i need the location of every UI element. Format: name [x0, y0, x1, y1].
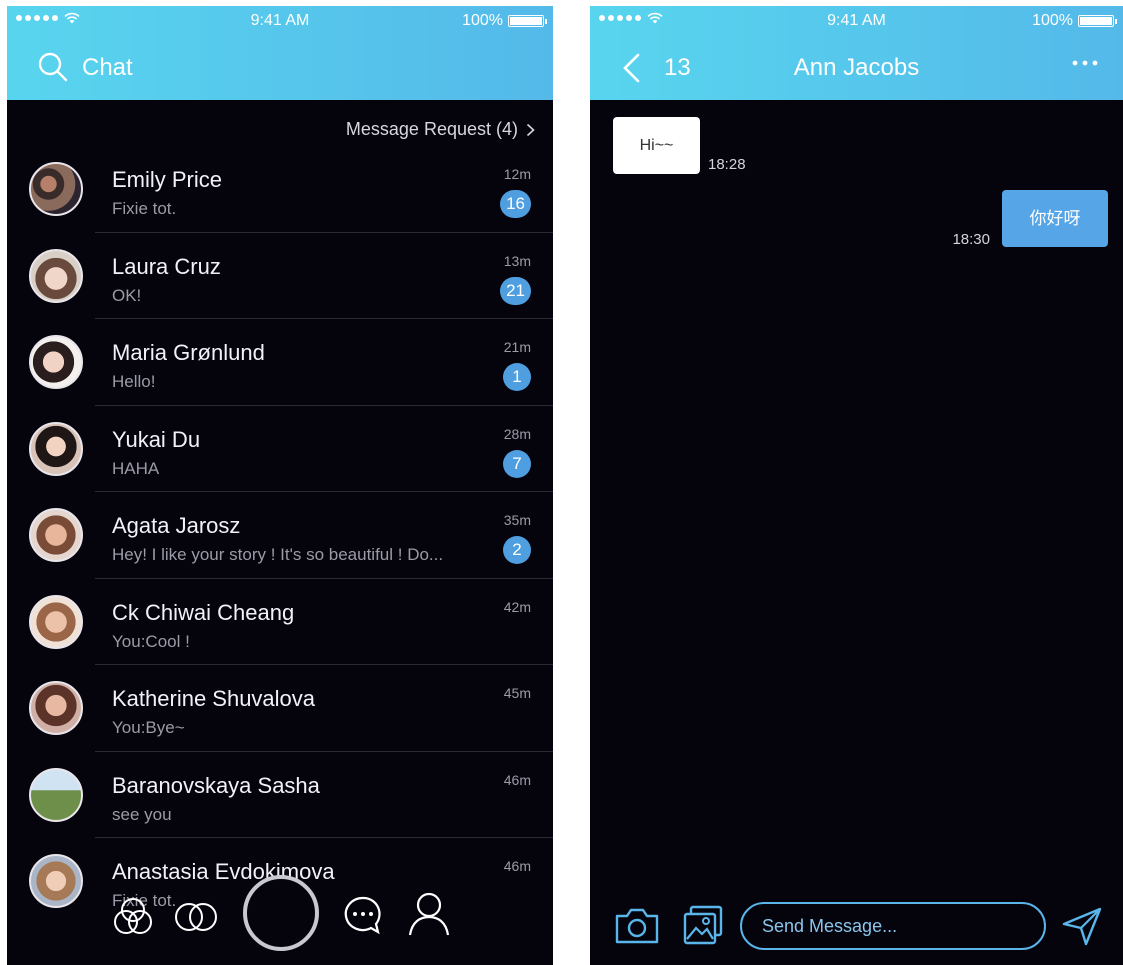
profile-icon[interactable] [407, 891, 451, 937]
conversation-row[interactable]: Agata Jarosz Hey! I like your story ! It… [7, 492, 553, 579]
more-options-icon[interactable] [1071, 58, 1099, 68]
battery-percent: 100% [462, 12, 503, 29]
conversation-row[interactable]: Emily Price Fixie tot. 12m 16 [7, 146, 553, 233]
contact-name: Katherine Shuvalova [112, 686, 316, 711]
conversation-screen: 9:41 AM 100% 13 Ann Jacobs Hi~~ 18:28 你好… [590, 6, 1123, 965]
message-preview: Hey! I like your story ! It's so beautif… [112, 545, 444, 564]
message-preview: see you [112, 804, 172, 824]
status-bar: 9:41 AM 100% [590, 12, 1123, 34]
message-time: 12m [503, 166, 531, 182]
search-icon[interactable] [37, 51, 69, 83]
battery-percent: 100% [1032, 12, 1073, 29]
contact-name: Baranovskaya Sasha [112, 772, 320, 798]
message-preview: You:Cool ! [112, 631, 190, 651]
conversation-row[interactable]: Laura Cruz OK! 13m 21 [7, 233, 553, 319]
battery-icon [508, 15, 547, 27]
outgoing-message-bubble: 你好呀 [1002, 190, 1108, 247]
conversation-row[interactable]: Katherine Shuvalova You:Bye~ 45m [7, 665, 553, 752]
message-time: 35m [503, 512, 531, 528]
contact-name: Emily Price [112, 167, 223, 192]
message-time: 13m [503, 252, 531, 269]
unread-badge: 7 [503, 449, 531, 478]
conversation-list: Emily Price Fixie tot. 12m 16 Laura Cruz… [7, 146, 553, 925]
avatar [29, 594, 83, 649]
message-preview: You:Bye~ [112, 718, 185, 737]
avatar [29, 335, 83, 389]
three-circles-icon[interactable] [111, 895, 155, 939]
incoming-message-bubble: Hi~~ [613, 117, 700, 174]
battery-area: 100% [1032, 12, 1117, 30]
conversation-row[interactable]: Ck Chiwai Cheang You:Cool ! 42m [7, 579, 553, 665]
contact-name: Maria Grønlund [112, 340, 265, 365]
battery-area: 100% [462, 12, 547, 30]
message-time: 45m [503, 685, 531, 701]
chat-bubble-icon[interactable] [343, 895, 383, 935]
contact-name: Agata Jarosz [112, 513, 241, 538]
chat-header: 9:41 AM 100% Chat [7, 6, 553, 100]
message-preview: OK! [112, 285, 142, 305]
message-preview: Hello! [112, 372, 156, 391]
camera-icon[interactable] [614, 907, 660, 945]
message-time: 46m [503, 771, 531, 788]
message-time: 28m [503, 425, 531, 442]
message-input[interactable] [740, 902, 1046, 950]
status-bar: 9:41 AM 100% [7, 12, 553, 34]
conversation-row[interactable]: Baranovskaya Sasha see you 46m [7, 752, 553, 838]
avatar [29, 248, 83, 303]
message-request-label: Message Request (4) [345, 119, 518, 139]
message-time: 42m [503, 598, 531, 615]
message-request-link[interactable]: Message Request (4) [346, 119, 535, 140]
two-circles-icon[interactable] [173, 900, 219, 934]
conversation-header: 9:41 AM 100% 13 Ann Jacobs [590, 6, 1123, 100]
contact-name: Laura Cruz [112, 253, 221, 279]
message-time: 21m [503, 339, 531, 355]
outgoing-message-time: 18:30 [952, 231, 990, 248]
avatar [29, 508, 83, 562]
unread-badge: 2 [503, 536, 531, 564]
conversation-title: Ann Jacobs [793, 54, 920, 81]
send-icon[interactable] [1062, 906, 1102, 946]
tab-bar [7, 865, 553, 965]
unread-badge: 16 [500, 190, 531, 218]
contact-name: Yukai Du [112, 426, 201, 452]
message-preview: HAHA [112, 458, 160, 478]
avatar [29, 767, 83, 822]
page-title: Chat [82, 54, 133, 81]
avatar [29, 681, 83, 735]
conversation-row[interactable]: Maria Grønlund Hello! 21m 1 [7, 319, 553, 406]
battery-icon [1078, 15, 1117, 27]
gallery-icon[interactable] [682, 904, 724, 946]
conversation-row[interactable]: Yukai Du HAHA 28m 7 [7, 406, 553, 492]
chat-list-screen: 9:41 AM 100% Chat Message Request (4) Em… [7, 6, 553, 965]
camera-ring-icon[interactable] [241, 873, 321, 953]
message-preview: Fixie tot. [112, 199, 177, 218]
unread-badge: 1 [503, 363, 531, 391]
avatar [29, 421, 83, 476]
incoming-message-time: 18:28 [708, 156, 746, 173]
contact-name: Ck Chiwai Cheang [112, 599, 295, 625]
avatar [29, 162, 83, 216]
unread-badge: 21 [500, 276, 531, 305]
message-composer [590, 895, 1123, 965]
chevron-right-icon [526, 123, 535, 136]
